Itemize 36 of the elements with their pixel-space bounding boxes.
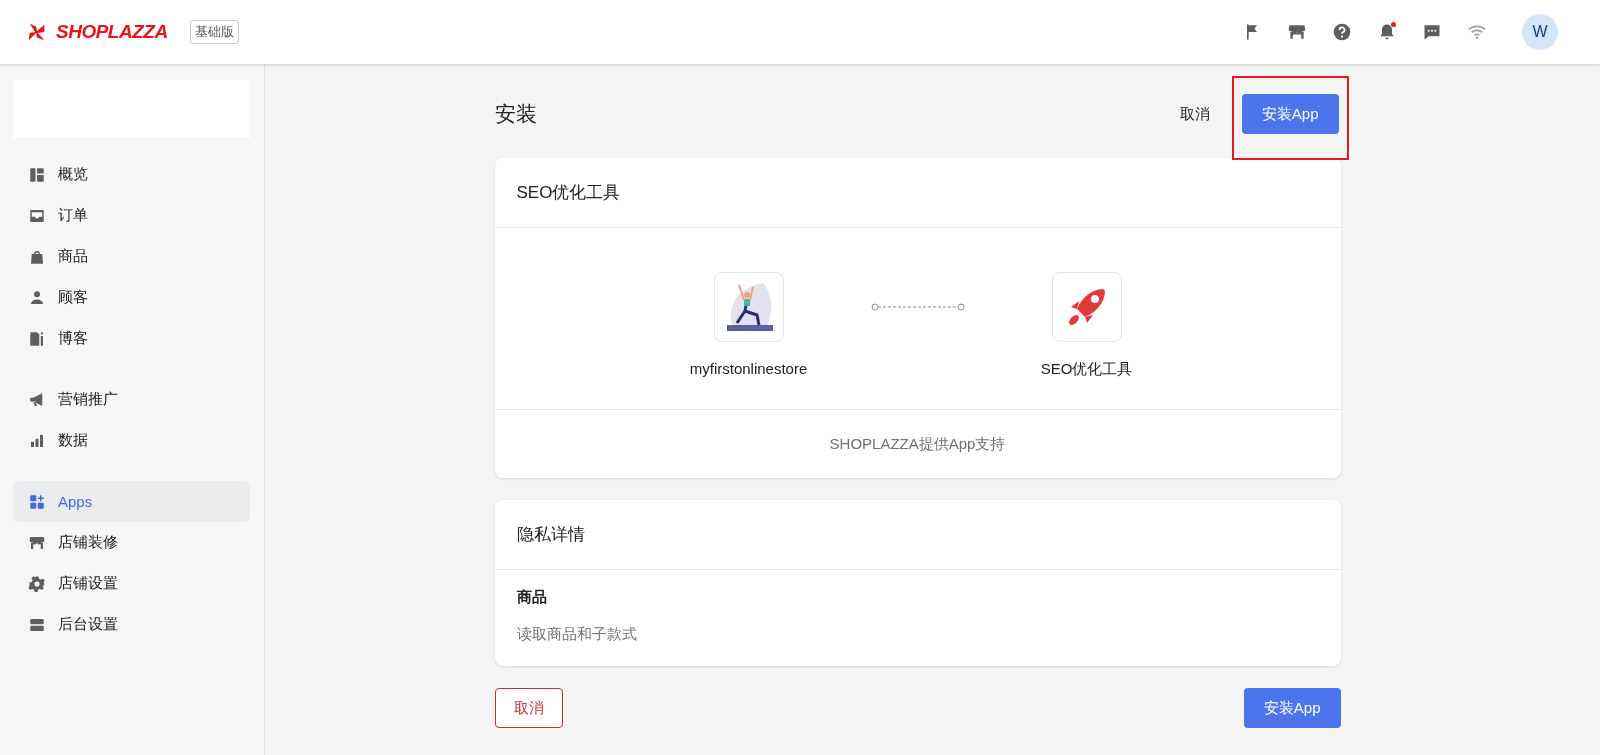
sidebar-item[interactable]: 博客 — [13, 318, 250, 359]
permission-heading: 商品 — [516, 588, 548, 607]
logo-text: SHOPLAZZA — [56, 21, 168, 43]
sidebar-item[interactable]: 顾客 — [13, 277, 250, 318]
page-title: 安装 — [494, 101, 537, 127]
sidebar-item[interactable]: 概览 — [13, 154, 250, 195]
avatar[interactable]: W — [1522, 14, 1558, 50]
gear-icon — [28, 574, 46, 593]
card-title: 隐私详情 — [494, 500, 1341, 570]
sidebar-item[interactable]: 数据 — [13, 420, 250, 461]
person-icon — [28, 288, 46, 307]
sidebar-item[interactable]: 订单 — [13, 195, 250, 236]
cancel-button[interactable]: 取消 — [1175, 98, 1214, 130]
sidebar-item[interactable]: Apps — [13, 481, 250, 522]
store-icon[interactable] — [1287, 22, 1307, 42]
chat-icon[interactable] — [1422, 22, 1442, 42]
sidebar-item[interactable]: 店铺装修 — [13, 522, 250, 563]
dashboard-icon — [28, 165, 46, 184]
help-icon[interactable] — [1332, 22, 1352, 42]
plan-badge: 基础版 — [189, 20, 239, 44]
support-note: SHOPLAZZA提供App支持 — [828, 433, 1007, 454]
card-title: SEO优化工具 — [494, 158, 1341, 228]
apps-icon — [28, 492, 46, 511]
cancel-button[interactable]: 取消 — [494, 688, 563, 728]
store-name: myfirstonlinestore — [689, 360, 808, 377]
store-illustration-icon — [713, 272, 784, 342]
install-app-button[interactable]: 安装App — [1241, 94, 1339, 134]
install-app-button[interactable]: 安装App — [1243, 688, 1341, 728]
sidebar-item[interactable]: 商品 — [13, 236, 250, 277]
app-name: SEO优化工具 — [1040, 360, 1133, 379]
sidebar-item[interactable]: 后台设置 — [13, 604, 250, 645]
sidebar-item[interactable]: 店铺设置 — [13, 563, 250, 604]
rocket-icon — [1051, 272, 1122, 342]
sidebar-item[interactable]: 营销推广 — [13, 379, 250, 420]
permission-description: 读取商品和子款式 — [516, 625, 638, 644]
blog-icon — [28, 329, 46, 348]
